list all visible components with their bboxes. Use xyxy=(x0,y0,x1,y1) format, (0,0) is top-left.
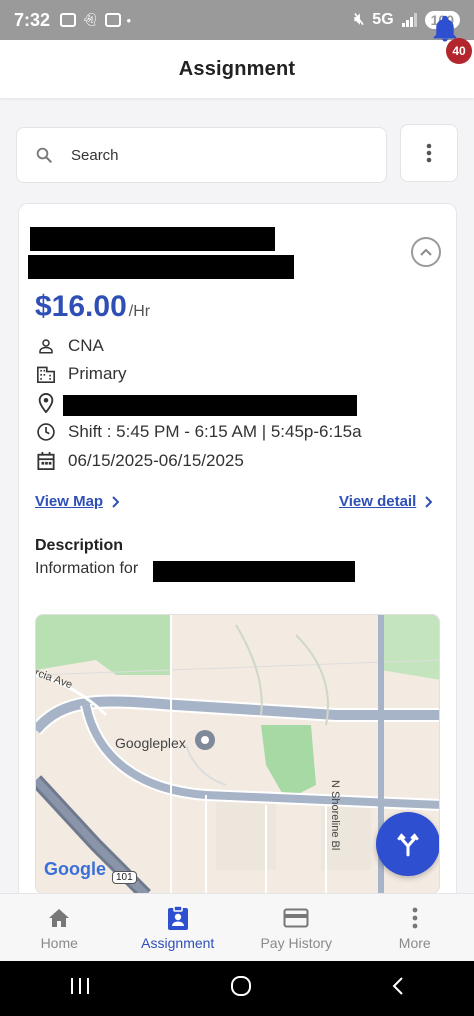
nav-pay-history[interactable]: Pay History xyxy=(237,894,356,961)
nav-assignment-label: Assignment xyxy=(141,934,215,951)
search-input[interactable] xyxy=(71,146,321,164)
building-icon xyxy=(35,363,57,385)
nav-more[interactable]: More xyxy=(356,894,474,961)
type-row: Primary xyxy=(35,361,127,387)
network-type: 5G xyxy=(372,11,394,28)
back-system-button[interactable] xyxy=(391,976,405,1001)
type-text: Primary xyxy=(68,364,127,383)
more-vertical-icon xyxy=(412,905,418,931)
nav-assignment[interactable]: Assignment xyxy=(119,894,238,961)
chevron-right-icon xyxy=(425,495,433,508)
street-label-shoreline: N Shoreline Bl xyxy=(329,780,341,851)
redacted-facility-name xyxy=(30,227,275,251)
page-title: Assignment xyxy=(178,57,296,80)
collapse-button[interactable] xyxy=(411,237,441,267)
shift-text: Shift : 5:45 PM - 6:15 AM | 5:45p-6:15a xyxy=(68,422,362,441)
home-icon xyxy=(47,905,71,931)
highway-shield: 101 xyxy=(112,871,137,884)
nav-home[interactable]: Home xyxy=(0,894,119,961)
role-row: CNA xyxy=(35,333,104,359)
rate-unit: /Hr xyxy=(128,303,151,320)
status-time: 7:32 xyxy=(14,9,51,30)
recent-apps-icon xyxy=(71,978,90,994)
view-detail-label: View detail xyxy=(339,493,417,510)
snapchat-icon: 👻︎ xyxy=(82,12,99,27)
redacted-facility-address xyxy=(28,255,294,279)
options-button[interactable] xyxy=(400,124,458,182)
bottom-navigation: Home Assignment Pay History More xyxy=(0,893,474,961)
clock-icon xyxy=(35,421,57,443)
assignment-card[interactable]: $16.00 /Hr CNA Primary Shift : 5:45 PM -… xyxy=(18,203,457,923)
view-detail-link[interactable]: View detail xyxy=(339,493,433,510)
view-map-link[interactable]: View Map xyxy=(35,493,120,510)
shift-row: Shift : 5:45 PM - 6:15 AM | 5:45p-6:15a xyxy=(35,419,362,445)
description-title: Description xyxy=(35,537,124,554)
system-navigation-bar xyxy=(0,961,474,1016)
rate-amount: $16.00 xyxy=(35,290,127,323)
location-pin-icon xyxy=(35,392,57,414)
signal-icon xyxy=(401,13,417,27)
role-text: CNA xyxy=(68,336,104,355)
credit-card-icon xyxy=(283,905,309,931)
back-chevron-icon xyxy=(392,977,403,995)
search-icon xyxy=(36,147,52,163)
calendar-icon xyxy=(35,450,57,472)
redacted-description xyxy=(153,561,355,582)
redacted-location xyxy=(63,395,357,416)
nav-more-label: More xyxy=(398,934,431,951)
notification-badge: 40 xyxy=(446,38,472,64)
app-header: Assignment xyxy=(0,40,474,98)
chevron-up-icon xyxy=(420,248,432,256)
directions-fork-icon xyxy=(397,833,419,857)
recent-apps-button[interactable] xyxy=(69,977,91,1000)
description-text: Information for xyxy=(35,560,139,577)
place-label-googleplex: Googleplex xyxy=(115,735,186,751)
status-bar: 7:32 👻︎ • 🔇︎ 5G 100 xyxy=(0,0,474,40)
nav-home-label: Home xyxy=(40,934,78,951)
date-text: 06/15/2025-06/15/2025 xyxy=(68,451,244,470)
directions-button[interactable] xyxy=(376,812,439,876)
nav-pay-history-label: Pay History xyxy=(260,934,333,951)
search-bar[interactable] xyxy=(16,127,387,183)
location-map[interactable]: rcia Ave N Shoreline Bl Googleplex 101 G… xyxy=(35,614,440,894)
status-notification-icons: 👻︎ • xyxy=(60,12,131,28)
google-logo: Google xyxy=(44,859,106,879)
messages-icon xyxy=(104,13,121,27)
person-icon xyxy=(35,335,57,357)
mute-icon: 🔇︎ xyxy=(354,11,365,28)
date-row: 06/15/2025-06/15/2025 xyxy=(35,448,244,474)
view-map-label: View Map xyxy=(35,493,104,510)
screenshot-icon xyxy=(60,13,77,27)
chevron-right-icon xyxy=(112,495,120,508)
dot-icon: • xyxy=(126,12,132,28)
pay-rate: $16.00 /Hr xyxy=(35,290,150,324)
home-circle-icon xyxy=(230,976,251,996)
assignment-icon xyxy=(166,904,190,931)
more-vertical-icon xyxy=(426,143,432,163)
home-system-button[interactable] xyxy=(230,975,252,1002)
